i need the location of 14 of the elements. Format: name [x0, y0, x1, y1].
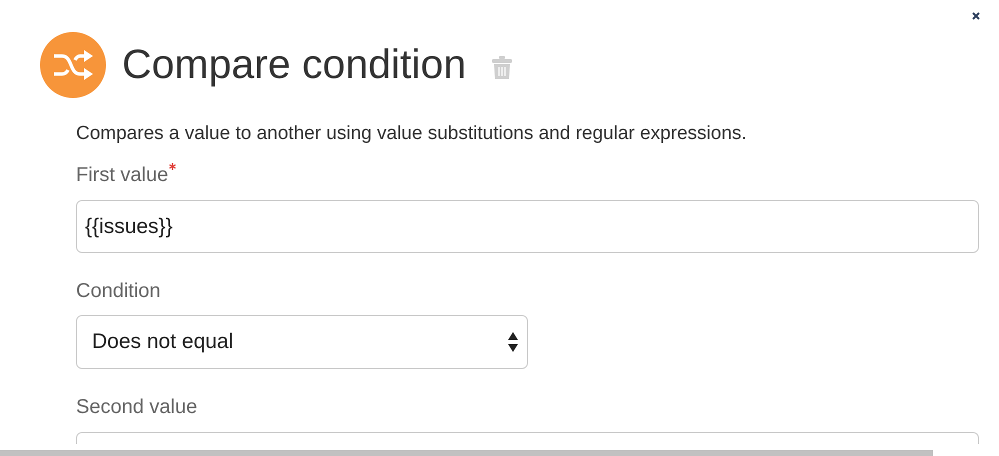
- field-label: First value: [76, 163, 168, 187]
- dialog-title: Compare condition: [122, 44, 466, 85]
- description: Compares a value to another using value substitutions and regular expressions.: [76, 122, 748, 146]
- text-field[interactable]: {{issues}}: [76, 200, 979, 253]
- delete-button[interactable]: [492, 56, 512, 80]
- text-field[interactable]: [76, 432, 979, 444]
- stepper-arrows-icon: [507, 331, 519, 353]
- required-marker-icon: [169, 163, 176, 170]
- horizontal-scrollbar[interactable]: [0, 450, 933, 456]
- trash-icon: [492, 56, 512, 80]
- field-label: Second value: [76, 395, 198, 419]
- condition-select[interactable]: Does not equal: [76, 315, 528, 369]
- shuffle-icon: [40, 32, 106, 98]
- field-label: Condition: [76, 279, 161, 303]
